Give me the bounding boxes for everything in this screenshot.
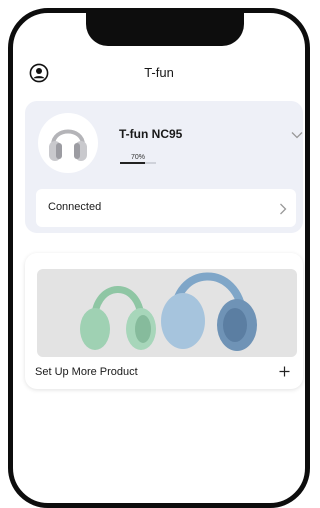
phone-notch (86, 13, 244, 46)
product-image (37, 269, 297, 357)
app-title: T-fun (144, 65, 174, 80)
battery-percent-label: 70% (130, 154, 145, 161)
phone-frame: T-fun T-fun NC95 70% Connected Set Up Mo… (8, 8, 310, 508)
setup-product-card[interactable]: Set Up More Product (25, 253, 303, 389)
device-card[interactable]: T-fun NC95 70% Connected (25, 101, 303, 233)
battery-bar-track (120, 162, 156, 164)
chevron-down-icon[interactable] (291, 131, 303, 139)
chevron-right-icon (280, 203, 287, 215)
headphones-promo-image (80, 272, 257, 351)
headphone-image (49, 129, 87, 161)
connection-status-row[interactable]: Connected (36, 189, 296, 227)
setup-product-label: Set Up More Product (35, 366, 138, 378)
battery-bar-fill (120, 162, 146, 164)
app-header: T-fun (13, 61, 305, 89)
device-image (38, 113, 98, 173)
battery-indicator: 70% (120, 154, 156, 164)
connection-status-label: Connected (48, 201, 102, 213)
device-name: T-fun NC95 (119, 127, 183, 141)
plus-icon[interactable] (279, 366, 290, 377)
